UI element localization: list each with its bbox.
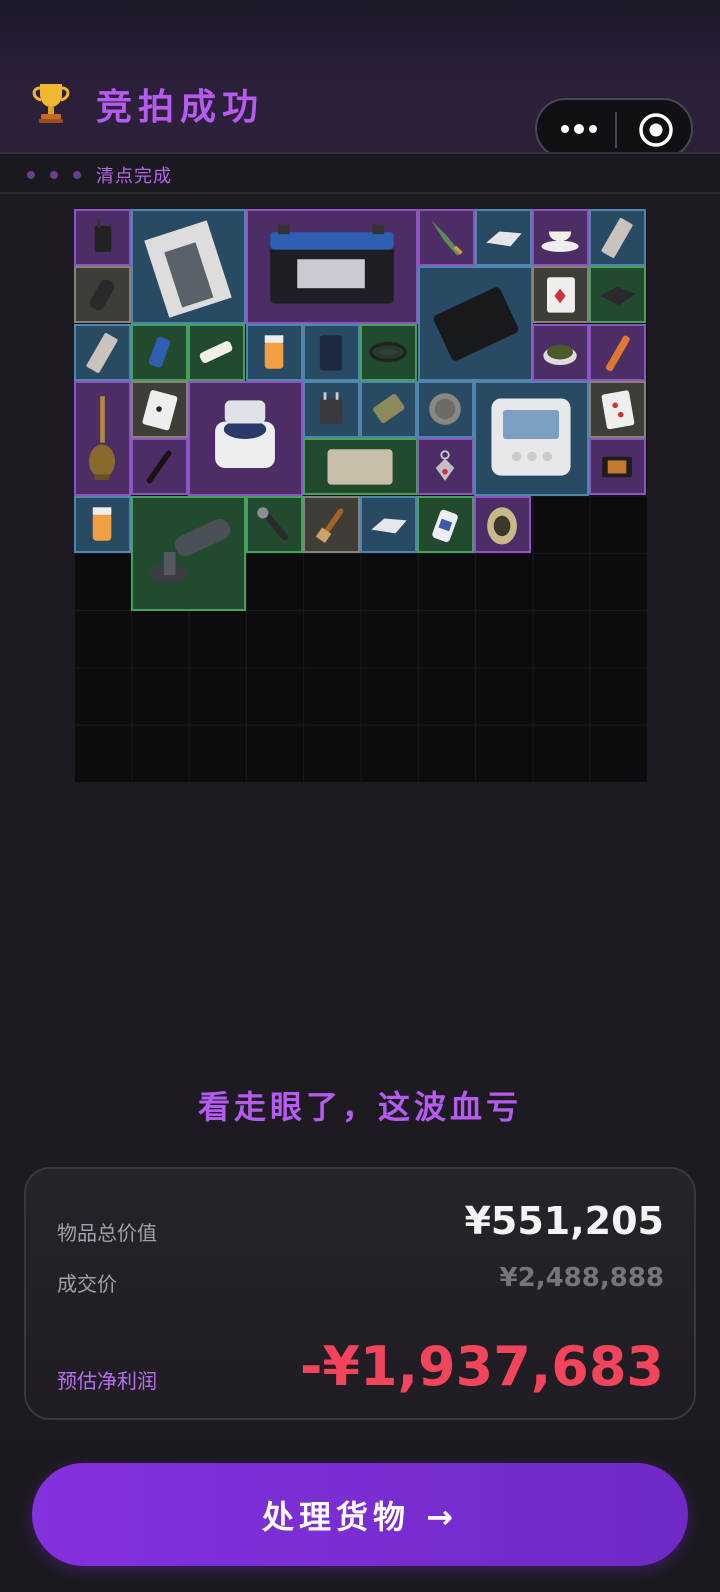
inventory-item-silver-ingot[interactable] xyxy=(475,209,532,266)
summary-card: 物品总价值 ¥551,205 成交价 ¥2,488,888 预估净利润 -¥1,… xyxy=(24,1167,696,1420)
inventory-item-marker-pen[interactable] xyxy=(589,324,646,381)
inventory-item-angle-grinder[interactable] xyxy=(131,496,246,611)
inventory-item-walkie-talkie[interactable] xyxy=(74,209,131,266)
inventory-item-old-map[interactable] xyxy=(303,438,418,495)
inventory-item-car-battery[interactable] xyxy=(246,209,418,324)
inventory-item-thermometer-display[interactable] xyxy=(474,381,589,496)
capsule-divider xyxy=(615,112,617,148)
progress-label: 清点完成 xyxy=(96,166,172,187)
inventory-item-fossil-egg[interactable] xyxy=(474,496,531,553)
inventory-item-coffee-bag[interactable] xyxy=(303,324,360,381)
inventory-item-paint-brush[interactable] xyxy=(303,496,360,553)
target-circle-icon[interactable] xyxy=(637,111,675,149)
net-profit-value: -¥1,937,683 xyxy=(299,1335,664,1398)
inventory-item-circuit-board[interactable] xyxy=(589,209,646,266)
inventory-item-medicine-bottle[interactable] xyxy=(417,496,474,553)
inventory-item-earring[interactable] xyxy=(417,438,474,495)
inventory-item-cash-bundle[interactable] xyxy=(360,381,417,438)
inventory-item-battery-cell[interactable] xyxy=(188,324,245,381)
page-title: 竞拍成功 xyxy=(96,87,265,128)
inventory-item-hair-clippers[interactable] xyxy=(74,266,131,323)
progress-dot xyxy=(50,171,58,179)
deal-price-label: 成交价 xyxy=(57,1272,117,1296)
inventory-item-wrench[interactable] xyxy=(246,496,303,553)
inventory-item-memory-stick[interactable] xyxy=(74,324,131,381)
inventory-item-playing-card[interactable] xyxy=(532,266,589,323)
inventory-item-hard-drive[interactable] xyxy=(589,266,646,323)
net-profit-label: 预估净利润 xyxy=(57,1369,157,1393)
header: 竞拍成功 xyxy=(0,0,720,159)
deal-price-value: ¥2,488,888 xyxy=(499,1263,664,1293)
inventory-item-energy-drink[interactable] xyxy=(131,324,188,381)
inventory-item-ancient-coin[interactable] xyxy=(417,381,474,438)
mini-program-capsule xyxy=(535,98,693,159)
total-value-label: 物品总价值 xyxy=(57,1221,157,1245)
inventory-item-playing-card-hearts[interactable] xyxy=(589,381,646,438)
inventory-item-teacup[interactable] xyxy=(532,209,589,266)
inventory-item-silver-ingot-2[interactable] xyxy=(360,496,417,553)
inventory-grid xyxy=(74,209,647,782)
total-value: ¥551,205 xyxy=(464,1199,664,1243)
inventory-item-cable-coil[interactable] xyxy=(360,324,417,381)
inventory-item-power-adapter[interactable] xyxy=(303,381,360,438)
inventory-item-hookah[interactable] xyxy=(74,381,131,496)
progress-dot xyxy=(73,171,81,179)
inventory-item-playing-card-spades[interactable] xyxy=(131,381,188,438)
result-verdict: 看走眼了，这波血亏 xyxy=(197,1088,522,1126)
inventory-item-fashion-magazine[interactable] xyxy=(131,209,246,324)
inventory-item-tea-leaves[interactable] xyxy=(532,324,589,381)
inventory-item-pill-bottle[interactable] xyxy=(246,324,303,381)
inventory-item-jade-dagger[interactable] xyxy=(418,209,475,266)
inventory-item-tablet[interactable] xyxy=(418,266,533,381)
footer-bar: 处理货物 → xyxy=(0,1440,720,1592)
progress-dot xyxy=(27,171,35,179)
inventory-item-fountain-pen[interactable] xyxy=(131,438,188,495)
inventory-item-pill-bottle-2[interactable] xyxy=(74,496,131,553)
inventory-item-cpu-chip[interactable] xyxy=(589,438,646,495)
more-dots-icon[interactable] xyxy=(557,118,601,140)
inventory-item-centrifuge[interactable] xyxy=(188,381,303,496)
process-goods-button[interactable]: 处理货物 → xyxy=(32,1463,688,1566)
trophy-icon xyxy=(32,84,70,123)
progress-strip: 清点完成 xyxy=(0,152,720,194)
